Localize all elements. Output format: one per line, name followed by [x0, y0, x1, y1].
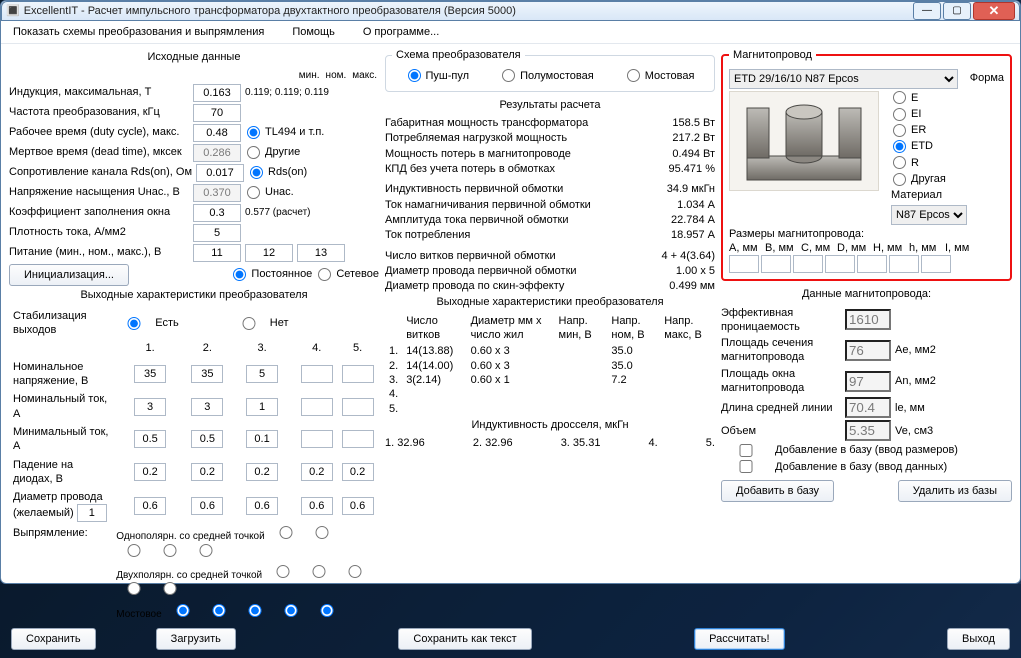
- topology-group: Схема преобразователя Пуш-пул Полумостов…: [385, 48, 715, 92]
- maximize-button[interactable]: ▢: [943, 2, 971, 20]
- controller-other-radio[interactable]: [247, 146, 260, 159]
- jdensity-input[interactable]: [193, 224, 241, 242]
- induction-input[interactable]: [193, 84, 241, 102]
- results-title: Результаты расчета: [385, 98, 715, 112]
- app-icon: 🔳: [6, 4, 20, 18]
- add-db-button[interactable]: Добавить в базу: [721, 480, 834, 502]
- freq-input[interactable]: [193, 104, 241, 122]
- outputs-title: Выходные характеристики преобразователя: [9, 288, 379, 302]
- core-select[interactable]: ETD 29/16/10 N87 Epcos: [729, 69, 958, 89]
- save-text-button[interactable]: Сохранить как текст: [398, 628, 531, 650]
- form-other[interactable]: [893, 173, 906, 186]
- add-dims-checkbox[interactable]: [723, 444, 769, 457]
- mini-1[interactable]: [134, 430, 166, 448]
- core-image: [729, 91, 879, 191]
- vin-min-input[interactable]: [193, 244, 241, 262]
- out-row-1: 1.14(13.88)0.60 x 335.0: [385, 344, 715, 358]
- window-title: ExcellentIT - Расчет импульсного трансфо…: [20, 4, 911, 18]
- mu-val: [845, 309, 891, 330]
- nomi-2[interactable]: [191, 398, 223, 416]
- le-val: [845, 397, 891, 418]
- out-row-4: 4.: [385, 387, 715, 401]
- out-row-5: 5.: [385, 402, 715, 416]
- form-e[interactable]: [893, 91, 906, 104]
- stab-no-radio[interactable]: [233, 317, 265, 330]
- mini-3[interactable]: [246, 430, 278, 448]
- minimize-button[interactable]: —: [913, 2, 941, 20]
- menu-help[interactable]: Помощь: [292, 25, 335, 39]
- input-title: Исходные данные: [9, 50, 379, 64]
- topo-full[interactable]: [627, 69, 640, 82]
- material-select[interactable]: N87 Epcos: [891, 205, 967, 225]
- supply-net-radio[interactable]: [318, 268, 331, 281]
- usat-input: [193, 184, 241, 202]
- rdson-input[interactable]: [196, 164, 244, 182]
- wire-0[interactable]: [77, 504, 107, 522]
- dim-i[interactable]: [921, 255, 951, 273]
- ve-val: [845, 420, 891, 441]
- out-row-3: 3.3(2.14)0.60 x 17.2: [385, 373, 715, 387]
- vin-max-input[interactable]: [297, 244, 345, 262]
- wire-5[interactable]: [342, 497, 374, 515]
- topo-push[interactable]: [408, 69, 421, 82]
- deadtime-input: [193, 144, 241, 162]
- nomv-2[interactable]: [191, 365, 223, 383]
- save-button[interactable]: Сохранить: [11, 628, 96, 650]
- dim-a[interactable]: [729, 255, 759, 273]
- nomi-3[interactable]: [246, 398, 278, 416]
- dim-c[interactable]: [793, 255, 823, 273]
- nomv-4[interactable]: [301, 365, 333, 383]
- init-button[interactable]: Инициализация...: [9, 264, 129, 286]
- diode-4[interactable]: [301, 463, 333, 481]
- diode-3[interactable]: [246, 463, 278, 481]
- controller-tl494-radio[interactable]: [247, 126, 260, 139]
- ae-val: [845, 340, 891, 361]
- diode-5[interactable]: [342, 463, 374, 481]
- close-button[interactable]: ✕: [973, 2, 1015, 20]
- kfill-input[interactable]: [193, 204, 241, 222]
- wire-2[interactable]: [191, 497, 223, 515]
- wire-3[interactable]: [246, 497, 278, 515]
- nomv-3[interactable]: [246, 365, 278, 383]
- mini-5[interactable]: [342, 430, 374, 448]
- dim-H[interactable]: [857, 255, 887, 273]
- menu-about[interactable]: О программе...: [363, 25, 439, 39]
- form-ei[interactable]: [893, 108, 906, 121]
- load-button[interactable]: Загрузить: [156, 628, 236, 650]
- an-val: [845, 371, 891, 392]
- nomi-5[interactable]: [342, 398, 374, 416]
- dim-b[interactable]: [761, 255, 791, 273]
- dim-d[interactable]: [825, 255, 855, 273]
- add-data-checkbox[interactable]: [723, 460, 769, 473]
- mini-4[interactable]: [301, 430, 333, 448]
- out-row-2: 2.14(14.00)0.60 x 335.0: [385, 359, 715, 373]
- nomi-4[interactable]: [301, 398, 333, 416]
- wire-1[interactable]: [134, 497, 166, 515]
- dim-h[interactable]: [889, 255, 919, 273]
- form-etd[interactable]: [893, 140, 906, 153]
- calculate-button[interactable]: Рассчитать!: [694, 628, 784, 650]
- form-r[interactable]: [893, 156, 906, 169]
- switch-rdson-radio[interactable]: [250, 166, 263, 179]
- duty-input[interactable]: [193, 124, 241, 142]
- form-er[interactable]: [893, 124, 906, 137]
- nomv-1[interactable]: [134, 365, 166, 383]
- menu-schemes[interactable]: Показать схемы преобразования и выпрямле…: [13, 25, 264, 39]
- supply-const-radio[interactable]: [233, 268, 246, 281]
- exit-button[interactable]: Выход: [947, 628, 1010, 650]
- switch-usat-radio[interactable]: [247, 186, 260, 199]
- nomv-5[interactable]: [342, 365, 374, 383]
- core-group: Магнитопровод ETD 29/16/10 N87 Epcos Фор…: [721, 48, 1012, 281]
- diode-2[interactable]: [191, 463, 223, 481]
- vin-nom-input[interactable]: [245, 244, 293, 262]
- stab-yes-radio[interactable]: [118, 317, 150, 330]
- del-db-button[interactable]: Удалить из базы: [898, 480, 1012, 502]
- mini-2[interactable]: [191, 430, 223, 448]
- diode-1[interactable]: [134, 463, 166, 481]
- nomi-1[interactable]: [134, 398, 166, 416]
- topo-half[interactable]: [502, 69, 515, 82]
- wire-4[interactable]: [301, 497, 333, 515]
